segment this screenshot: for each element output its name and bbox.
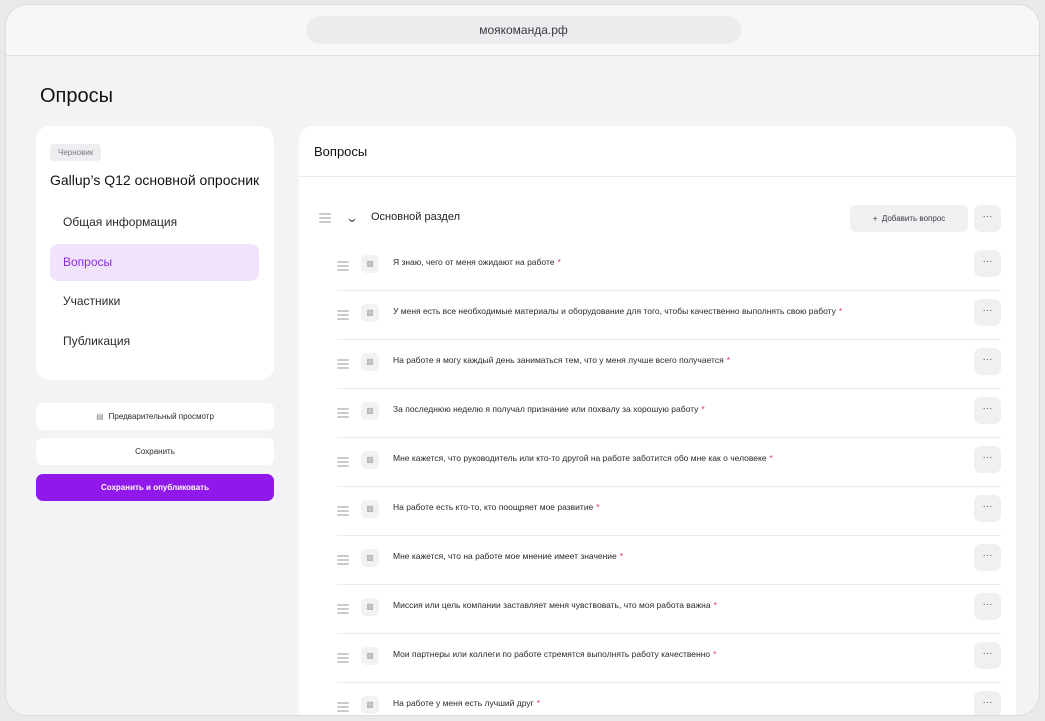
question-more-button[interactable]: ··· bbox=[974, 397, 1001, 424]
rating-scale-icon: ▩ bbox=[361, 549, 379, 567]
rating-scale-icon: ▩ bbox=[361, 500, 379, 518]
add-question-button[interactable]: + Добавить вопрос bbox=[850, 205, 968, 232]
preview-button[interactable]: ▤ Предварительный просмотр bbox=[36, 403, 274, 430]
drag-handle-icon[interactable] bbox=[337, 604, 349, 614]
status-badge: Черновик bbox=[50, 144, 102, 161]
rating-scale-icon: ▩ bbox=[361, 451, 379, 469]
question-row[interactable]: ▩ Мне кажется, что руководитель или кто-т… bbox=[337, 439, 1001, 487]
browser-toolbar: моякоманда.рф bbox=[6, 5, 1039, 56]
sidebar-item-publication[interactable]: Публикация bbox=[50, 323, 259, 360]
save-publish-button[interactable]: Сохранить и опубликовать bbox=[36, 474, 274, 501]
question-text: У меня есть все необходимые материалы и … bbox=[393, 306, 842, 316]
section-title: Основной раздел bbox=[371, 211, 460, 223]
required-marker: * bbox=[713, 600, 717, 610]
required-marker: * bbox=[619, 551, 624, 561]
page-title: Опросы bbox=[40, 85, 114, 107]
questions-panel: Вопросы ⌄ Основной раздел + Добавить воп… bbox=[299, 126, 1016, 715]
question-row[interactable]: ▩ Я знаю, чего от меня ожидают на работе *… bbox=[337, 243, 1001, 291]
drag-handle-icon[interactable] bbox=[337, 408, 349, 418]
question-more-button[interactable]: ··· bbox=[974, 250, 1001, 277]
question-label: Миссия или цель компании заставляет меня… bbox=[393, 600, 711, 610]
question-row[interactable]: ▩ Миссия или цель компании заставляет мен… bbox=[337, 586, 1001, 634]
question-text: На работе есть кто-то, кто поощряет мое … bbox=[393, 502, 600, 512]
drag-handle-icon[interactable] bbox=[337, 261, 349, 271]
drag-handle-icon[interactable] bbox=[337, 702, 349, 712]
chevron-down-icon[interactable]: ⌄ bbox=[345, 211, 358, 225]
drag-handle-icon[interactable] bbox=[337, 457, 349, 467]
question-more-button[interactable]: ··· bbox=[974, 544, 1001, 571]
survey-name: Gallup’s Q12 основной опросник bbox=[50, 172, 260, 188]
question-label: За последнюю неделю я получал признание … bbox=[393, 404, 699, 414]
rating-scale-icon: ▩ bbox=[361, 647, 379, 665]
survey-sidebar: Черновик Gallup’s Q12 основной опросник … bbox=[36, 126, 274, 380]
rating-scale-icon: ▩ bbox=[361, 402, 379, 420]
rating-scale-icon: ▩ bbox=[361, 353, 379, 371]
question-text: За последнюю неделю я получал признание … bbox=[393, 404, 705, 414]
rating-scale-icon: ▩ bbox=[361, 598, 379, 616]
rating-scale-icon: ▩ bbox=[361, 304, 379, 322]
required-marker: * bbox=[536, 698, 541, 708]
divider bbox=[299, 176, 1016, 177]
panel-title: Вопросы bbox=[314, 144, 368, 159]
section-more-button[interactable]: ··· bbox=[974, 205, 1001, 232]
question-more-button[interactable]: ··· bbox=[974, 299, 1001, 326]
question-label: На работе есть кто-то, кто поощряет мое … bbox=[393, 502, 594, 512]
required-marker: * bbox=[701, 404, 705, 414]
question-text: Мне кажется, что на работе мое мнение им… bbox=[393, 551, 623, 561]
question-more-button[interactable]: ··· bbox=[974, 495, 1001, 522]
question-label: Я знаю, чего от меня ожидают на работе bbox=[393, 257, 555, 267]
drag-handle-icon[interactable] bbox=[337, 653, 349, 663]
browser-window: моякоманда.рф Опросы Черновик Gallup’s Q… bbox=[5, 4, 1040, 716]
sidebar-item-participants[interactable]: Участники bbox=[50, 283, 259, 320]
question-text: Я знаю, чего от меня ожидают на работе * bbox=[393, 257, 561, 267]
drag-handle-icon[interactable] bbox=[337, 506, 349, 516]
rating-scale-icon: ▩ bbox=[361, 696, 379, 714]
question-more-button[interactable]: ··· bbox=[974, 348, 1001, 375]
question-row[interactable]: ▩ На работе есть кто-то, кто поощряет мое… bbox=[337, 488, 1001, 536]
question-label: У меня есть все необходимые материалы и … bbox=[393, 306, 836, 316]
rating-scale-icon: ▩ bbox=[361, 255, 379, 273]
question-row[interactable]: ▩ У меня есть все необходимые материалы и… bbox=[337, 292, 1001, 340]
required-marker: * bbox=[769, 453, 773, 463]
question-row[interactable]: ▩ Мои партнеры или коллеги по работе стре… bbox=[337, 635, 1001, 683]
preview-button-label: Предварительный просмотр bbox=[108, 412, 214, 421]
required-marker: * bbox=[557, 257, 561, 267]
question-more-button[interactable]: ··· bbox=[974, 446, 1001, 473]
question-label: На работе у меня есть лучший друг bbox=[393, 698, 534, 708]
required-marker: * bbox=[596, 502, 600, 512]
question-row[interactable]: ▩ На работе у меня есть лучший друг * ··· bbox=[337, 684, 1001, 715]
add-question-label: Добавить вопрос bbox=[881, 214, 946, 223]
question-text: Мне кажется, что руководитель или кто-то… bbox=[393, 453, 773, 463]
address-bar[interactable]: моякоманда.рф bbox=[306, 16, 741, 44]
question-row[interactable]: ▩ За последнюю неделю я получал признание… bbox=[337, 390, 1001, 438]
question-label: На работе я могу каждый день заниматься … bbox=[393, 355, 724, 365]
question-label: Мне кажется, что руководитель или кто-то… bbox=[393, 453, 767, 463]
drag-handle-icon[interactable] bbox=[337, 310, 349, 320]
question-more-button[interactable]: ··· bbox=[974, 593, 1001, 620]
drag-handle-icon[interactable] bbox=[337, 359, 349, 369]
section-header: ⌄ Основной раздел + Добавить вопрос ··· bbox=[299, 204, 1016, 234]
sidebar-item-general-info[interactable]: Общая информация bbox=[50, 204, 259, 241]
question-more-button[interactable]: ··· bbox=[974, 691, 1001, 715]
required-marker: * bbox=[726, 355, 730, 365]
question-label: Мои партнеры или коллеги по работе стрем… bbox=[393, 649, 711, 659]
plus-icon: + bbox=[872, 214, 878, 223]
required-marker: * bbox=[713, 649, 717, 659]
question-label: Мне кажется, что на работе мое мнение им… bbox=[393, 551, 617, 561]
required-marker: * bbox=[838, 306, 843, 316]
save-button[interactable]: Сохранить bbox=[36, 438, 274, 465]
drag-handle-icon[interactable] bbox=[337, 555, 349, 565]
preview-icon: ▤ bbox=[96, 412, 104, 421]
question-text: Миссия или цель компании заставляет меня… bbox=[393, 600, 717, 610]
drag-handle-icon[interactable] bbox=[319, 213, 331, 223]
question-text: На работе у меня есть лучший друг * bbox=[393, 698, 540, 708]
question-row[interactable]: ▩ Мне кажется, что на работе мое мнение и… bbox=[337, 537, 1001, 585]
sidebar-item-questions[interactable]: Вопросы bbox=[50, 244, 259, 281]
question-text: Мои партнеры или коллеги по работе стрем… bbox=[393, 649, 716, 659]
question-text: На работе я могу каждый день заниматься … bbox=[393, 355, 730, 365]
question-row[interactable]: ▩ На работе я могу каждый день заниматься… bbox=[337, 341, 1001, 389]
question-more-button[interactable]: ··· bbox=[974, 642, 1001, 669]
